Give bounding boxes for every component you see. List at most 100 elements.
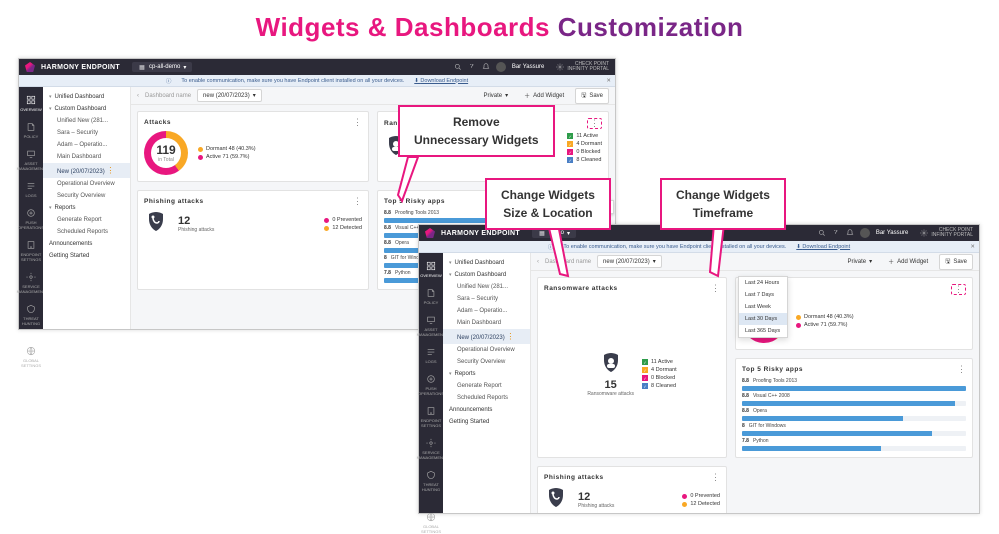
sidebar-item[interactable]: Adam – Operatio... bbox=[443, 305, 530, 317]
rail-push[interactable]: PUSH OPERATIONS bbox=[418, 374, 444, 396]
rail-endpoint[interactable]: ENDPOINT SETTINGS bbox=[419, 406, 443, 428]
sidebar-item[interactable]: Security Overview bbox=[43, 190, 130, 202]
widget-risky-apps[interactable]: Top 5 Risky apps⋮ 8.8Proofing Tools 2013… bbox=[735, 358, 973, 458]
timeframe-option[interactable]: Last 365 Days bbox=[739, 325, 787, 337]
save-button[interactable]: 🖫 Save bbox=[939, 254, 973, 270]
add-widget-button[interactable]: ＋ Add Widget bbox=[519, 89, 569, 102]
widget-attacks[interactable]: Attacks⋮ 119in Total Dormant 48 (40.3%)A… bbox=[137, 111, 369, 182]
dashboard-canvas: ‹ Dashboard name new (20/07/2023) ▾ Priv… bbox=[531, 253, 979, 513]
sidebar-item[interactable]: Unified New (281... bbox=[43, 115, 130, 127]
sidebar-reports[interactable]: ▾ Reports bbox=[443, 368, 530, 380]
legend-item: 12 Detected bbox=[324, 225, 362, 231]
info-icon: ⓘ bbox=[166, 77, 172, 85]
timeframe-dropdown[interactable]: Last 24 HoursLast 7 DaysLast WeekLast 30… bbox=[738, 276, 788, 338]
widget-menu-icon[interactable]: ⋮ bbox=[353, 118, 362, 127]
sidebar-item[interactable]: Security Overview bbox=[443, 356, 530, 368]
legend: 0 Prevented12 Detected bbox=[682, 493, 720, 507]
sidebar-item[interactable]: Getting Started bbox=[443, 416, 530, 428]
banner-text: To enable communication, make sure you h… bbox=[181, 78, 404, 84]
rail-asset[interactable]: ASSET MANAGEMENT bbox=[17, 149, 46, 171]
sidebar-item[interactable]: Unified New (281... bbox=[443, 281, 530, 293]
sidebar-item[interactable]: Generate Report bbox=[443, 380, 530, 392]
timeframe-option[interactable]: Last Week bbox=[739, 301, 787, 313]
tab-demo[interactable]: ▦ cp-all-demo ▾ bbox=[132, 62, 192, 72]
widget-menu-icon[interactable]: ⋮ bbox=[957, 365, 966, 374]
rail-policy[interactable]: POLICY bbox=[424, 288, 439, 305]
add-widget-button[interactable]: ＋ Add Widget bbox=[883, 255, 933, 268]
help-icon[interactable]: ? bbox=[832, 229, 840, 237]
private-toggle[interactable]: Private ▾ bbox=[478, 90, 513, 101]
sidebar-item[interactable]: Sara – Security bbox=[443, 293, 530, 305]
dashboard-name-select[interactable]: new (20/07/2023) ▾ bbox=[597, 255, 662, 268]
rail-global[interactable]: GLOBAL SETTINGS bbox=[419, 512, 443, 534]
rail-global[interactable]: GLOBAL SETTINGS bbox=[19, 346, 43, 368]
brand-link[interactable]: CHECK POINTINFINITY PORTAL bbox=[556, 62, 609, 72]
sidebar-item[interactable]: Scheduled Reports bbox=[43, 226, 130, 238]
timeframe-option[interactable]: Last 30 Days bbox=[739, 313, 787, 325]
rail-push[interactable]: PUSH OPERATIONS bbox=[18, 208, 44, 230]
rail-service[interactable]: SERVICE MANAGEMENT bbox=[17, 272, 46, 294]
sidebar-reports[interactable]: ▾ Reports bbox=[43, 202, 130, 214]
rail-overview[interactable]: OVERVIEW bbox=[420, 261, 442, 278]
bell-icon[interactable] bbox=[482, 63, 490, 71]
close-icon[interactable]: ✕ bbox=[606, 78, 611, 84]
rail-service[interactable]: SERVICE MANAGEMENT bbox=[417, 438, 446, 460]
sidebar-item[interactable]: Operational Overview bbox=[443, 344, 530, 356]
private-toggle[interactable]: Private ▾ bbox=[842, 256, 877, 267]
search-icon[interactable] bbox=[818, 229, 826, 237]
widget-ransomware[interactable]: Ransomware attacks⋮ 15 Ransomware attack… bbox=[537, 277, 727, 458]
sidebar-item[interactable]: Adam – Operatio... bbox=[43, 139, 130, 151]
sidebar-item[interactable]: Main Dashboard bbox=[443, 317, 530, 329]
rail-logs[interactable]: LOGS bbox=[425, 347, 436, 364]
sidebar-item[interactable]: Announcements bbox=[443, 404, 530, 416]
sidebar-item[interactable]: Operational Overview bbox=[43, 178, 130, 190]
save-button[interactable]: 🖫 Save bbox=[575, 88, 609, 104]
callout-tail bbox=[396, 155, 436, 210]
rail-threat[interactable]: THREAT HUNTING bbox=[419, 470, 443, 492]
shield-hook-icon bbox=[544, 486, 568, 513]
avatar[interactable] bbox=[496, 62, 506, 72]
dashboard-name-select[interactable]: new (20/07/2023) ▾ bbox=[197, 89, 262, 102]
rail-policy[interactable]: POLICY bbox=[24, 122, 39, 139]
sidebar-item[interactable]: ▾ Unified Dashboard bbox=[43, 91, 130, 103]
bar-row: 8.8Proofing Tools 2013 bbox=[742, 378, 966, 384]
sidebar-item[interactable]: Generate Report bbox=[43, 214, 130, 226]
search-icon[interactable] bbox=[454, 63, 462, 71]
legend-item: Active 71 (59.7%) bbox=[198, 154, 256, 160]
sidebar-item[interactable]: ▾ Custom Dashboard bbox=[443, 269, 530, 281]
sidebar-item[interactable]: New (20/07/2023) ⋮ bbox=[43, 163, 130, 178]
sidebar-item[interactable]: Main Dashboard bbox=[43, 151, 130, 163]
avatar[interactable] bbox=[860, 228, 870, 238]
nav-rail: OVERVIEW POLICY ASSET MANAGEMENT LOGS PUSH O… bbox=[419, 253, 443, 513]
widget-phishing[interactable]: Phishing attacks⋮ 12Phishing attacks 0 P… bbox=[137, 190, 369, 290]
timeframe-option[interactable]: Last 7 Days bbox=[739, 289, 787, 301]
sidebar-item[interactable]: New (20/07/2023) ⋮ bbox=[443, 329, 530, 344]
rail-logs[interactable]: LOGS bbox=[25, 181, 36, 198]
sidebar-item[interactable]: ▾ Custom Dashboard bbox=[43, 103, 130, 115]
close-icon[interactable]: ✕ bbox=[970, 244, 975, 250]
bell-icon[interactable] bbox=[846, 229, 854, 237]
stat-value: 12 bbox=[578, 491, 614, 503]
timeframe-option[interactable]: Last 24 Hours bbox=[739, 277, 787, 289]
help-icon[interactable]: ? bbox=[468, 63, 476, 71]
brand-link[interactable]: CHECK POINTINFINITY PORTAL bbox=[920, 228, 973, 238]
sidebar-item[interactable]: ▾ Unified Dashboard bbox=[443, 257, 530, 269]
rail-threat[interactable]: THREAT HUNTING bbox=[19, 304, 43, 326]
back-icon[interactable]: ‹ bbox=[137, 93, 139, 99]
widget-menu-icon[interactable]: ⋮ bbox=[587, 118, 602, 129]
sidebar-item[interactable]: Announcements bbox=[43, 238, 130, 250]
sidebar-item[interactable]: Sara – Security bbox=[43, 127, 130, 139]
widget-menu-icon[interactable]: ⋮ bbox=[711, 473, 720, 482]
widget-phishing[interactable]: Phishing attacks⋮ 12Phishing attacks 0 P… bbox=[537, 466, 727, 513]
rail-endpoint[interactable]: ENDPOINT SETTINGS bbox=[19, 240, 43, 262]
user-name: Bar Yassure bbox=[512, 64, 544, 70]
sidebar-item[interactable]: Scheduled Reports bbox=[443, 392, 530, 404]
widget-menu-icon[interactable]: ⋮ bbox=[353, 197, 362, 206]
rail-asset[interactable]: ASSET MANAGEMENT bbox=[417, 315, 446, 337]
chevron-down-icon: ▾ bbox=[253, 92, 256, 99]
widget-menu-icon[interactable]: ⋮ bbox=[951, 284, 966, 295]
sidebar-item[interactable]: Getting Started bbox=[43, 250, 130, 262]
rail-overview[interactable]: OVERVIEW bbox=[20, 95, 42, 112]
download-link[interactable]: ⬇ Download Endpoint bbox=[796, 244, 850, 250]
download-link[interactable]: ⬇ Download Endpoint bbox=[414, 78, 468, 84]
